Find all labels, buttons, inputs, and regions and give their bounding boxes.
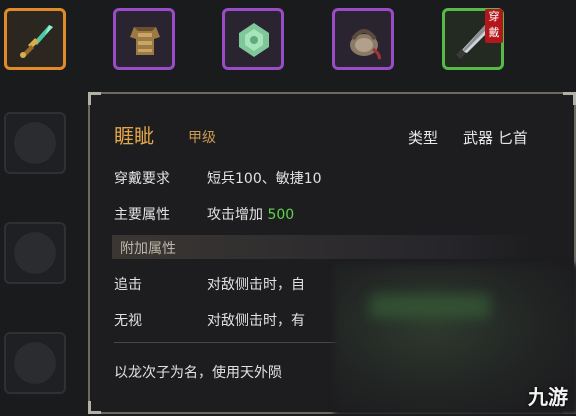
watermark-logo: 九游	[528, 385, 568, 409]
extra-attr-text: 对敌侧击时，有	[207, 313, 305, 329]
corner-ornament	[88, 92, 101, 105]
requirement-label: 穿戴要求	[114, 171, 170, 187]
item-name: 睚眦	[114, 124, 154, 148]
inventory-slot[interactable]	[4, 112, 66, 174]
extra-attr-title: 附加属性	[120, 241, 176, 257]
corner-ornament	[563, 92, 576, 105]
extra-attr-text: 对敌侧击时，自	[207, 277, 305, 293]
equip-slot-dagger[interactable]	[4, 8, 66, 70]
equip-slot-armor[interactable]	[113, 8, 175, 70]
item-tooltip: 睚眦 甲级 类型 武器 匕首 穿戴要求 短兵100、敏捷10 主要属性 攻击增加…	[88, 92, 576, 416]
item-description: 以龙次子为名，使用天外陨	[114, 365, 282, 381]
extra-attr-row: 追击 对敌侧击时，自	[114, 274, 305, 294]
equipped-badge: 穿戴	[485, 9, 503, 43]
extra-attr-row: 无视 对敌侧击时，有	[114, 310, 305, 330]
extra-attr-name: 追击	[114, 277, 142, 293]
jade-pendant-icon	[239, 23, 269, 57]
equip-slot-pouch[interactable]	[332, 8, 394, 70]
main-attr-text: 攻击增加	[207, 207, 263, 223]
blurred-overlay	[370, 294, 490, 318]
main-attr-value-group: 攻击增加 500	[207, 204, 294, 224]
extra-attr-header: 附加属性	[112, 235, 532, 259]
pouch-icon	[350, 29, 381, 60]
main-attr-row: 主要属性 攻击增加 500	[114, 204, 294, 224]
inventory-slot[interactable]	[4, 332, 66, 394]
item-type-label: 类型	[408, 129, 439, 147]
equip-slot-blade[interactable]: 穿戴	[442, 8, 504, 70]
corner-ornament	[88, 401, 101, 414]
equip-slot-jade[interactable]	[222, 8, 284, 70]
inventory-slot[interactable]	[4, 222, 66, 284]
jade-dagger-icon	[20, 25, 53, 58]
armor-icon	[130, 27, 160, 55]
requirement-value: 短兵100、敏捷10	[207, 171, 322, 187]
requirement-row: 穿戴要求 短兵100、敏捷10	[114, 168, 322, 188]
main-attr-number: 500	[267, 207, 295, 223]
main-attr-label: 主要属性	[114, 207, 170, 223]
item-grade: 甲级	[188, 130, 216, 146]
item-type-value: 武器 匕首	[463, 129, 528, 147]
extra-attr-name: 无视	[114, 313, 142, 329]
